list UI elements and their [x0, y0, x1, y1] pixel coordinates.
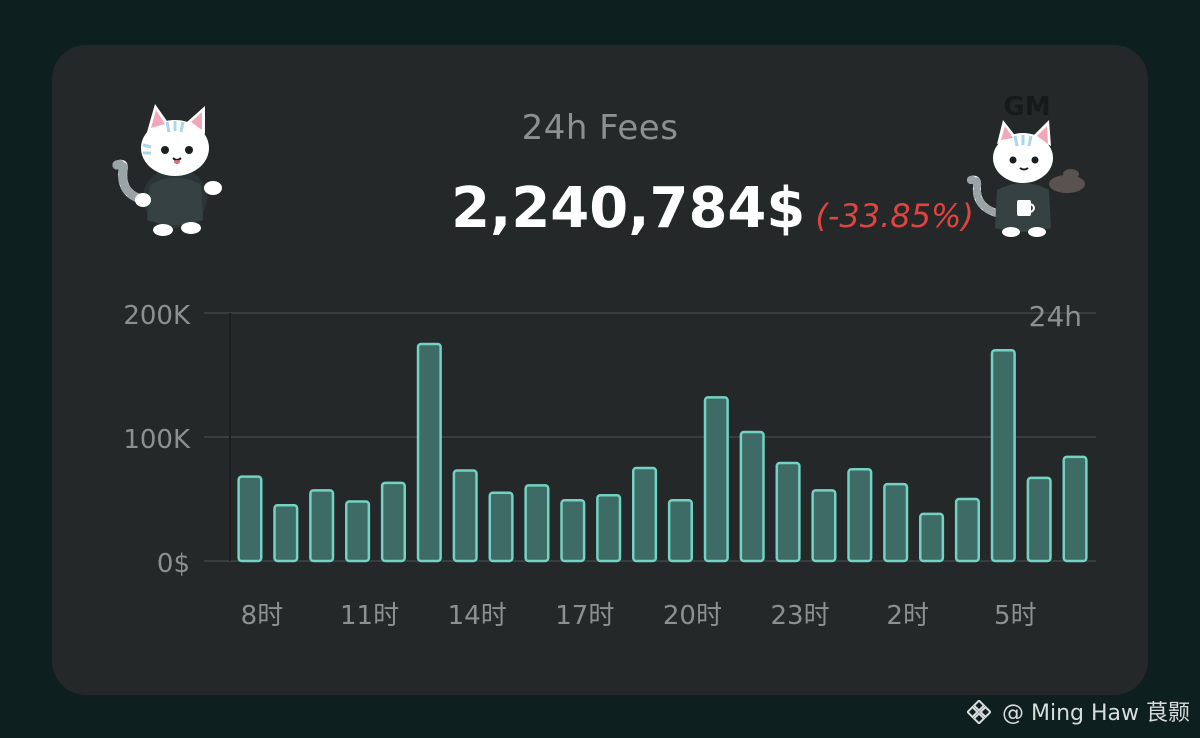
x-tick-label: 11时	[340, 601, 399, 631]
x-tick-label: 2时	[886, 601, 929, 631]
bar	[273, 503, 299, 563]
bar	[237, 475, 263, 563]
x-tick-label: 14时	[448, 601, 507, 631]
bar	[954, 497, 980, 563]
bar	[309, 489, 335, 563]
watermark-text: @ Ming Haw 茛颢	[1002, 701, 1190, 726]
bar	[919, 512, 945, 563]
bar	[632, 466, 658, 563]
bar	[667, 498, 693, 563]
bar	[1062, 455, 1088, 563]
bar	[488, 491, 514, 563]
bar	[739, 430, 765, 563]
bar	[345, 500, 371, 563]
bar	[596, 494, 622, 563]
bar	[380, 481, 406, 563]
bar	[847, 467, 873, 563]
y-tick-label: 0$	[157, 549, 190, 579]
bar	[883, 482, 909, 563]
bar	[703, 396, 729, 563]
x-tick-label: 20时	[663, 601, 722, 631]
bar	[524, 484, 550, 563]
x-tick-label: 5时	[994, 601, 1037, 631]
bar	[775, 461, 801, 563]
bar	[416, 342, 442, 563]
bar	[1026, 476, 1052, 563]
x-tick-label: 8时	[241, 601, 284, 631]
legend-label: 24h	[1029, 300, 1082, 333]
watermark: @ Ming Haw 茛颢	[966, 695, 1190, 727]
binance-icon	[966, 699, 992, 726]
x-tick-label: 23时	[771, 601, 830, 631]
fees-bar-chart: 200K 100K 0$ 8时 11时 14时 17时 20时 23时 2时 5时 24h	[123, 300, 1096, 631]
bar	[990, 348, 1016, 563]
x-tick-label: 17时	[555, 601, 614, 631]
bar	[811, 489, 837, 563]
bar	[452, 469, 478, 563]
bar	[560, 498, 586, 563]
y-tick-label: 200K	[123, 301, 191, 331]
y-tick-label: 100K	[123, 425, 191, 455]
